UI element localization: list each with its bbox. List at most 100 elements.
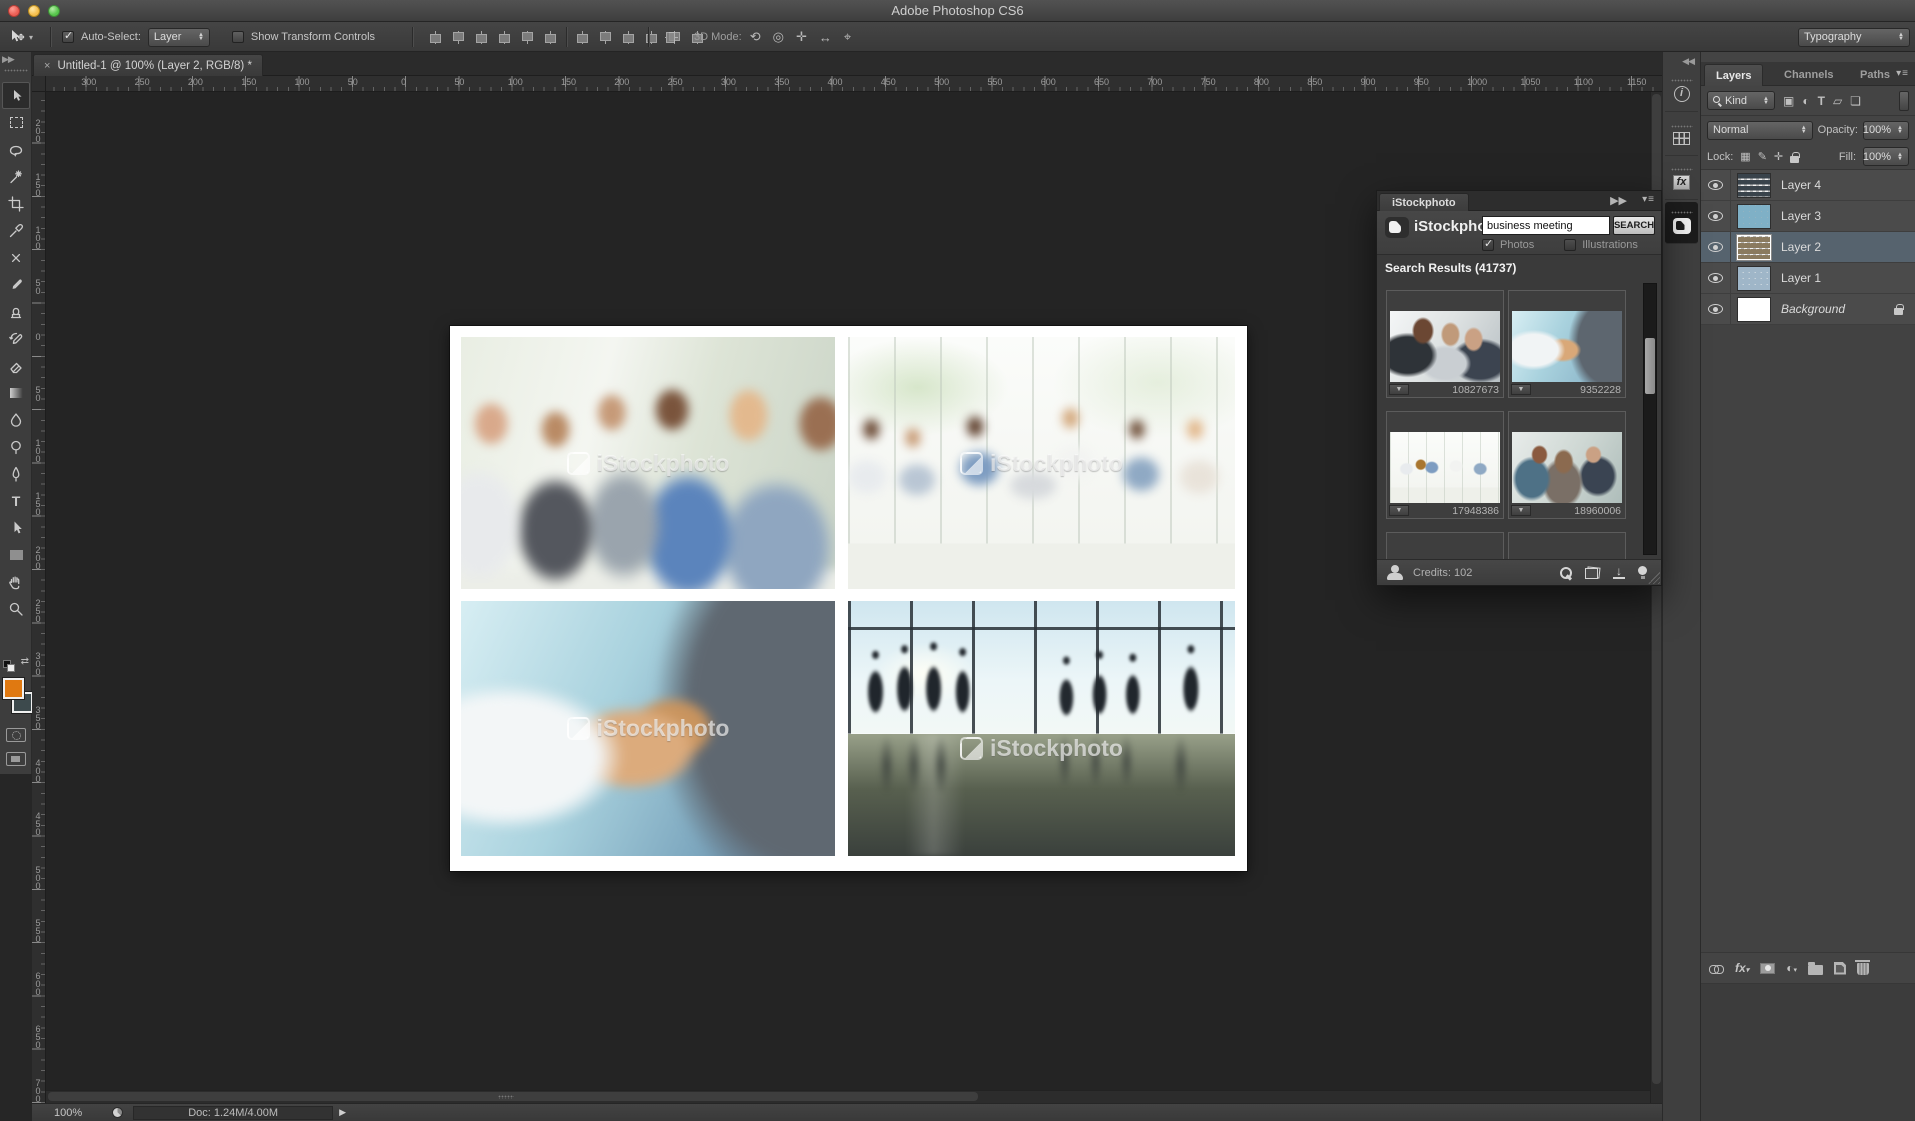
search-input[interactable] bbox=[1482, 216, 1610, 235]
align-top-edges-icon[interactable] bbox=[428, 31, 443, 44]
fill-value-dropdown[interactable]: 100%▲▼ bbox=[1863, 147, 1909, 166]
layer-row-layer4[interactable]: Layer 4 bbox=[1701, 170, 1915, 201]
hand-tool[interactable] bbox=[2, 568, 30, 595]
account-icon[interactable] bbox=[1387, 565, 1403, 580]
align-left-edges-icon[interactable] bbox=[497, 31, 512, 44]
zoom-level-field[interactable]: 100% bbox=[54, 1107, 82, 1119]
layer-name[interactable]: Layer 3 bbox=[1781, 209, 1821, 223]
search-result-item[interactable]: ▼ 18960006 bbox=[1508, 411, 1626, 519]
link-layers-icon[interactable] bbox=[1709, 964, 1724, 973]
visibility-eye-icon[interactable] bbox=[1701, 294, 1731, 325]
default-colors-icon[interactable]: ⇄ bbox=[3, 656, 29, 672]
rectangle-tool[interactable] bbox=[2, 541, 30, 568]
collapse-panel-icon[interactable]: ▶▶ bbox=[1610, 194, 1627, 207]
download-icon[interactable]: ↓ bbox=[1613, 566, 1625, 579]
tab-channels[interactable]: Channels bbox=[1773, 64, 1845, 86]
rectangular-marquee-tool[interactable] bbox=[2, 109, 30, 136]
blend-mode-dropdown[interactable]: Normal▲▼ bbox=[1707, 121, 1813, 140]
close-document-icon[interactable]: × bbox=[44, 60, 50, 72]
new-adjustment-layer-icon[interactable]: ◐▾ bbox=[1786, 961, 1797, 975]
layer-thumbnail[interactable] bbox=[1737, 173, 1771, 198]
photo-layer-silhouettes[interactable]: iStockphoto bbox=[848, 601, 1235, 856]
lock-pixels-icon[interactable]: ✎ bbox=[1758, 150, 1767, 163]
current-tool-icon[interactable] bbox=[8, 29, 26, 45]
styles-panel-button[interactable]: fx bbox=[1665, 158, 1698, 200]
layer-thumbnail[interactable] bbox=[1737, 266, 1771, 291]
distribute-bottom-edges-icon[interactable] bbox=[621, 31, 636, 44]
3d-drag-icon[interactable]: ✛ bbox=[796, 29, 807, 45]
layer-thumbnail[interactable] bbox=[1737, 204, 1771, 229]
thumbnail-options-dropdown[interactable]: ▼ bbox=[1389, 505, 1409, 516]
eraser-tool[interactable] bbox=[2, 352, 30, 379]
3d-slide-icon[interactable]: ↔ bbox=[819, 30, 832, 45]
align-vertical-centers-icon[interactable] bbox=[451, 31, 466, 44]
gradient-tool[interactable] bbox=[2, 379, 30, 406]
layer-name[interactable]: Background bbox=[1781, 302, 1845, 316]
3d-rotate-icon[interactable]: ⟲ bbox=[750, 29, 761, 45]
new-layer-icon[interactable] bbox=[1834, 962, 1846, 975]
results-scrollbar-thumb[interactable] bbox=[1645, 338, 1655, 394]
type-tool[interactable]: T bbox=[2, 487, 30, 514]
histogram-panel-button[interactable] bbox=[1665, 114, 1698, 156]
filter-kind-dropdown[interactable]: Kind▲▼ bbox=[1707, 91, 1775, 110]
screen-mode-button[interactable] bbox=[6, 752, 26, 766]
workspace-switcher-dropdown[interactable]: Typography▲▼ bbox=[1798, 28, 1910, 47]
close-window-button[interactable] bbox=[8, 5, 20, 17]
layer-row-layer3[interactable]: Layer 3 bbox=[1701, 201, 1915, 232]
dodge-tool[interactable] bbox=[2, 433, 30, 460]
layer-name[interactable]: Layer 1 bbox=[1781, 271, 1821, 285]
illustrations-checkbox[interactable] bbox=[1564, 239, 1576, 251]
align-bottom-edges-icon[interactable] bbox=[474, 31, 489, 44]
spot-healing-brush-tool[interactable] bbox=[2, 244, 30, 271]
opacity-value-dropdown[interactable]: 100%▲▼ bbox=[1863, 121, 1909, 140]
thumbnail-options-dropdown[interactable]: ▼ bbox=[1389, 384, 1409, 395]
auto-select-checkbox[interactable] bbox=[62, 31, 74, 43]
ideas-icon[interactable] bbox=[1638, 566, 1647, 579]
distribute-top-edges-icon[interactable] bbox=[575, 31, 590, 44]
blur-tool[interactable] bbox=[2, 406, 30, 433]
collapse-panels-icon[interactable]: ◀◀ bbox=[1682, 56, 1694, 67]
filter-toggle-switch[interactable] bbox=[1899, 91, 1909, 111]
lock-all-icon[interactable] bbox=[1790, 156, 1799, 163]
layer-thumbnail[interactable] bbox=[1737, 235, 1771, 260]
results-scrollbar[interactable] bbox=[1643, 283, 1657, 555]
distribute-vertical-centers-icon[interactable] bbox=[598, 31, 613, 44]
horizontal-scrollbar[interactable] bbox=[46, 1090, 1650, 1103]
show-transform-controls-checkbox[interactable] bbox=[232, 31, 244, 43]
path-selection-tool[interactable] bbox=[2, 514, 30, 541]
tools-panel-grip[interactable] bbox=[4, 69, 28, 72]
visibility-eye-icon[interactable] bbox=[1701, 201, 1731, 232]
stock-photo-thumbnail[interactable] bbox=[1512, 311, 1622, 382]
panel-resize-grip[interactable] bbox=[1648, 572, 1660, 584]
thumbnail-options-dropdown[interactable]: ▼ bbox=[1511, 505, 1531, 516]
visibility-eye-icon[interactable] bbox=[1701, 232, 1731, 263]
crop-tool[interactable] bbox=[2, 190, 30, 217]
tool-preset-arrow-icon[interactable]: ▾ bbox=[29, 33, 33, 42]
new-group-icon[interactable] bbox=[1808, 965, 1823, 975]
canvas-page[interactable]: iStockphoto iStockphoto iStockphoto iSto… bbox=[450, 326, 1247, 871]
tab-paths[interactable]: Paths bbox=[1849, 64, 1901, 86]
search-icon[interactable] bbox=[1560, 567, 1572, 579]
panel-menu-icon[interactable]: ▾≡ bbox=[1896, 68, 1909, 79]
layer-thumbnail[interactable] bbox=[1737, 297, 1771, 322]
filter-type-layers-icon[interactable]: T bbox=[1818, 94, 1825, 108]
info-panel-button[interactable]: i bbox=[1665, 70, 1698, 112]
thumbnail-options-dropdown[interactable]: ▼ bbox=[1511, 384, 1531, 395]
visibility-eye-icon[interactable] bbox=[1701, 170, 1731, 201]
document-tab[interactable]: × Untitled-1 @ 100% (Layer 2, RGB/8) * bbox=[33, 54, 263, 76]
ruler-origin-corner[interactable] bbox=[32, 76, 46, 92]
layer-row-layer2-selected[interactable]: Layer 2 bbox=[1701, 232, 1915, 263]
expand-tools-panel-icon[interactable]: ▶▶ bbox=[2, 54, 14, 65]
zoom-window-button[interactable] bbox=[48, 5, 60, 17]
swap-colors-icon[interactable]: ⇄ bbox=[21, 656, 29, 667]
istockphoto-panel-button[interactable] bbox=[1665, 202, 1698, 244]
layer-styles-fx-icon[interactable]: fx▾ bbox=[1735, 961, 1749, 975]
filter-shape-layers-icon[interactable]: ▱ bbox=[1833, 94, 1842, 108]
stock-photo-thumbnail[interactable] bbox=[1512, 432, 1622, 503]
clone-stamp-tool[interactable] bbox=[2, 298, 30, 325]
3d-roll-icon[interactable]: ◎ bbox=[773, 29, 784, 45]
search-result-item[interactable]: ▼ 17948386 bbox=[1386, 411, 1504, 519]
distribute-left-edges-icon[interactable] bbox=[644, 31, 659, 44]
move-tool[interactable] bbox=[2, 82, 30, 109]
layer-name[interactable]: Layer 4 bbox=[1781, 178, 1821, 192]
